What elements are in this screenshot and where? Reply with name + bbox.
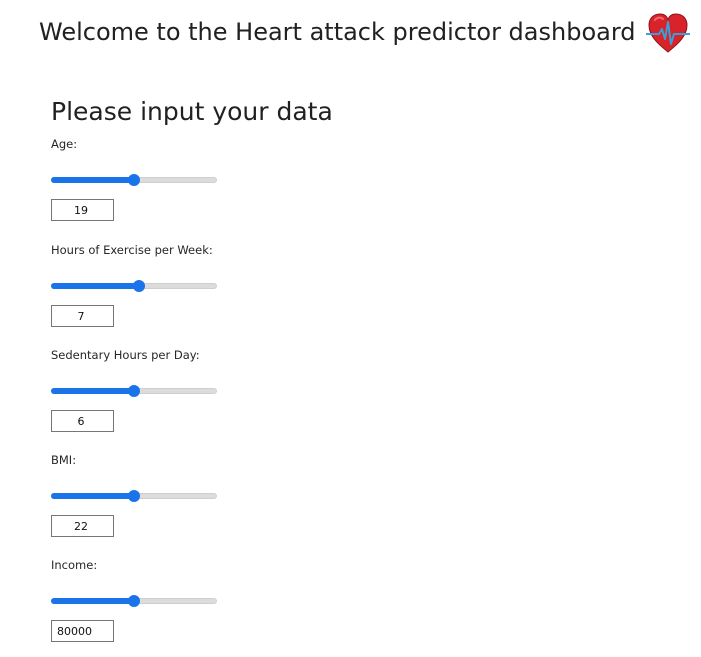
- slider-fill: [51, 598, 134, 604]
- exercise-hours-input[interactable]: [51, 305, 114, 327]
- bmi-slider[interactable]: [51, 489, 217, 503]
- slider-thumb[interactable]: [128, 595, 140, 607]
- bmi-label: BMI:: [51, 453, 77, 467]
- sedentary-hours-field: Sedentary Hours per Day:: [51, 347, 351, 447]
- exercise-hours-field: Hours of Exercise per Week:: [51, 242, 351, 342]
- slider-thumb[interactable]: [128, 174, 140, 186]
- slider-fill: [51, 283, 139, 289]
- exercise-hours-label: Hours of Exercise per Week:: [51, 243, 213, 257]
- slider-fill: [51, 493, 134, 499]
- slider-fill: [51, 388, 134, 394]
- sedentary-hours-slider[interactable]: [51, 384, 217, 398]
- exercise-hours-slider[interactable]: [51, 279, 217, 293]
- age-field: Age:: [51, 136, 351, 236]
- income-input[interactable]: [51, 620, 114, 642]
- form-title: Please input your data: [51, 97, 333, 126]
- sedentary-hours-input[interactable]: [51, 410, 114, 432]
- slider-thumb[interactable]: [133, 280, 145, 292]
- sedentary-hours-label: Sedentary Hours per Day:: [51, 348, 200, 362]
- slider-fill: [51, 177, 134, 183]
- header: Welcome to the Heart attack predictor da…: [0, 12, 701, 56]
- heart-ecg-icon: [646, 13, 690, 53]
- income-field: Income:: [51, 557, 351, 657]
- income-slider[interactable]: [51, 594, 217, 608]
- slider-thumb[interactable]: [128, 490, 140, 502]
- age-slider[interactable]: [51, 173, 217, 187]
- bmi-field: BMI:: [51, 452, 351, 552]
- page-title: Welcome to the Heart attack predictor da…: [39, 18, 636, 46]
- bmi-input[interactable]: [51, 515, 114, 537]
- age-input[interactable]: [51, 199, 114, 221]
- income-label: Income:: [51, 558, 98, 572]
- age-label: Age:: [51, 137, 78, 151]
- slider-thumb[interactable]: [128, 385, 140, 397]
